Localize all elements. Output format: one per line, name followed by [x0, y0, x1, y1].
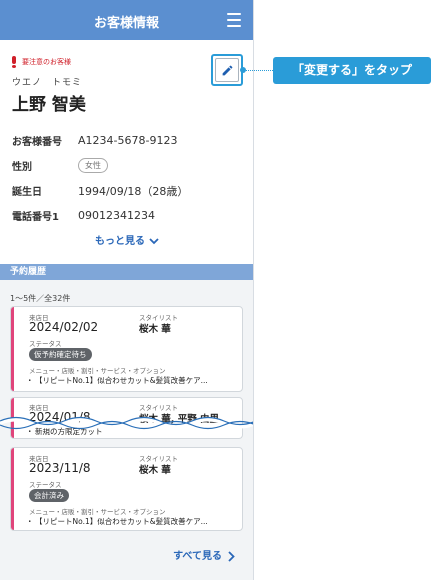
- exclamation-icon: [12, 56, 16, 68]
- pencil-icon: [222, 65, 232, 75]
- menu-icon[interactable]: [227, 13, 241, 27]
- reservation-card[interactable]: 来店日 スタイリスト 2024/02/02 桜木 華 ステータス 仮予約確定待ち…: [10, 306, 243, 392]
- info-row-birthday: 誕生日 1994/09/18（28歳）: [12, 184, 189, 199]
- reservation-history-header: 予約履歴: [0, 264, 253, 280]
- show-more-link[interactable]: もっと見る: [0, 232, 253, 247]
- menu-item: 【リピートNo.1】似合わせカット&髪質改善ケア...: [26, 375, 208, 386]
- visit-date: 2023/11/8: [29, 461, 91, 475]
- info-row-gender: 性別 女性: [12, 153, 188, 178]
- app-header: お客様情報: [0, 0, 253, 40]
- phone-number: 09012341234: [78, 209, 155, 222]
- info-row-phone: 電話番号1 09012341234: [12, 209, 155, 223]
- caution-alert: 要注意のお客様: [12, 56, 71, 68]
- info-row-number: お客様番号 A1234-5678-9123: [12, 134, 178, 148]
- callout-connector: [243, 70, 273, 71]
- gender-badge: 女性: [78, 158, 108, 173]
- edit-button[interactable]: [211, 54, 243, 86]
- see-all-link[interactable]: すべて見る: [173, 547, 235, 562]
- visit-date: 2024/02/02: [29, 320, 99, 334]
- chevron-right-icon: [228, 550, 235, 562]
- birthday: 1994/09/18（28歳）: [78, 184, 189, 198]
- chevron-down-icon: [149, 237, 159, 244]
- customer-name: 上野 智美: [12, 95, 86, 115]
- customer-number: A1234-5678-9123: [78, 134, 178, 147]
- status-badge: 会計済み: [29, 489, 69, 502]
- menu-item: 【リピートNo.1】似合わせカット&髪質改善ケア...: [26, 516, 208, 527]
- stylist-name: 桜木 華: [139, 324, 171, 335]
- instruction-callout: 「変更する」をタップ: [273, 57, 431, 84]
- stylist-name: 桜木 華: [139, 465, 171, 476]
- page-title: お客様情報: [93, 16, 159, 31]
- reservation-card[interactable]: 来店日 スタイリスト 2023/11/8 桜木 華 ステータス 会計済み メニュ…: [10, 447, 243, 531]
- status-badge: 仮予約確定待ち: [29, 348, 92, 361]
- customer-kana: ウエノ トモミ: [12, 78, 83, 88]
- result-count: 1〜5件／全32件: [10, 294, 71, 303]
- customer-info: お客様番号 A1234-5678-9123 性別 女性 誕生日 1994/09/…: [12, 128, 188, 228]
- wavy-break-divider: [0, 416, 253, 430]
- phone-screen: お客様情報 要注意のお客様 ウエノ トモミ 上野 智美 お客様番号 A1234-…: [0, 0, 254, 580]
- caution-text: 要注意のお客様: [22, 58, 71, 66]
